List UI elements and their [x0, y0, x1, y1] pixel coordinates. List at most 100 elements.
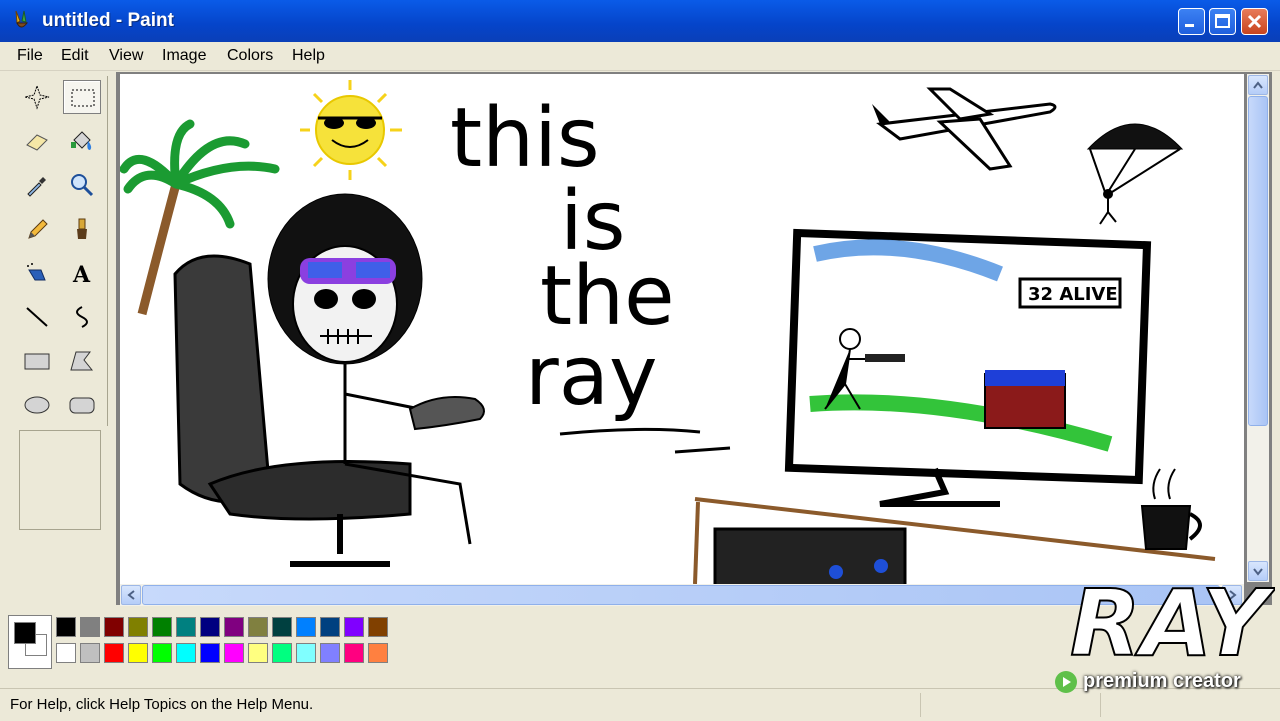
palette-swatch[interactable]: [368, 617, 388, 637]
palette-swatch[interactable]: [200, 617, 220, 637]
status-help-text: For Help, click Help Topics on the Help …: [10, 696, 314, 713]
tool-ellipse[interactable]: [18, 388, 56, 422]
line-icon: [26, 307, 48, 327]
maximize-button[interactable]: [1209, 8, 1236, 35]
palette-swatch[interactable]: [344, 617, 364, 637]
menu-view[interactable]: View: [109, 47, 143, 65]
play-icon: [1055, 671, 1077, 693]
palette-swatch[interactable]: [104, 643, 124, 663]
logo-text: RAY: [1070, 570, 1275, 677]
foreground-color-swatch[interactable]: [14, 622, 36, 644]
minimize-button[interactable]: [1178, 8, 1205, 35]
palette-swatch[interactable]: [296, 617, 316, 637]
drawing-canvas[interactable]: this is the ray 32 ALIVE: [120, 74, 1244, 584]
palette-swatch[interactable]: [176, 617, 196, 637]
handwriting-line-1: this: [450, 91, 600, 186]
vertical-scroll-thumb[interactable]: [1248, 96, 1268, 426]
eyedropper-icon: [27, 177, 46, 197]
menu-help[interactable]: Help: [292, 47, 325, 65]
logo-tagline: premium creator: [1083, 670, 1241, 692]
palette-swatch[interactable]: [104, 617, 124, 637]
tool-brush[interactable]: [63, 212, 101, 246]
palette-swatch[interactable]: [344, 643, 364, 663]
drawing: this is the ray 32 ALIVE: [120, 80, 1216, 584]
color-palette: [8, 615, 428, 669]
maximize-icon: [1215, 14, 1230, 28]
palette-swatch[interactable]: [152, 643, 172, 663]
alive-counter: 32 ALIVE: [1028, 284, 1118, 305]
palette-swatch[interactable]: [320, 617, 340, 637]
monitor-drawing: 32 ALIVE: [784, 228, 1152, 507]
tool-fill[interactable]: [63, 124, 101, 158]
current-colors[interactable]: [8, 615, 52, 669]
tool-rectangle[interactable]: [18, 344, 56, 378]
text-icon: A: [72, 262, 91, 286]
tool-polygon[interactable]: [63, 344, 101, 378]
ellipse-icon: [24, 396, 50, 414]
text-tool-glyph: A: [72, 262, 91, 286]
close-button[interactable]: [1241, 8, 1268, 35]
palette-swatch[interactable]: [152, 617, 172, 637]
palette-swatch[interactable]: [248, 643, 268, 663]
curve-icon: [76, 306, 88, 328]
arrow-left-icon: [127, 590, 135, 600]
rect-select-icon: [71, 89, 95, 107]
window-title: untitled - Paint: [42, 10, 174, 31]
palette-swatch[interactable]: [56, 617, 76, 637]
palette-swatch[interactable]: [368, 643, 388, 663]
menu-file[interactable]: File: [17, 47, 43, 65]
coffee-mug-drawing: [1140, 468, 1202, 550]
tool-options-panel[interactable]: [19, 430, 101, 530]
palette-swatch[interactable]: [128, 643, 148, 663]
palette-swatch[interactable]: [272, 643, 292, 663]
airplane-drawing: [872, 87, 1057, 171]
menu-edit[interactable]: Edit: [61, 47, 89, 65]
vertical-scrollbar[interactable]: [1247, 74, 1269, 582]
tool-line[interactable]: [18, 300, 56, 334]
tool-magnifier[interactable]: [63, 168, 101, 202]
magnifier-icon: [71, 174, 94, 197]
palette-swatch[interactable]: [272, 617, 292, 637]
handwriting: this is the ray: [450, 91, 731, 454]
tool-airbrush[interactable]: [18, 256, 56, 290]
tool-text[interactable]: A: [63, 256, 101, 290]
rectangle-icon: [24, 353, 50, 370]
menu-image[interactable]: Image: [162, 47, 206, 65]
tool-pencil[interactable]: [18, 212, 56, 246]
tool-rounded-rectangle[interactable]: [63, 388, 101, 422]
palette-swatch[interactable]: [176, 643, 196, 663]
palette-swatch[interactable]: [224, 617, 244, 637]
menu-colors[interactable]: Colors: [227, 47, 273, 65]
palette-swatch[interactable]: [56, 643, 76, 663]
scroll-left-button[interactable]: [121, 585, 141, 605]
tool-eraser[interactable]: [18, 124, 56, 158]
star-select-icon: [24, 84, 50, 110]
palette-swatch[interactable]: [320, 643, 340, 663]
gamer-character-drawing: [173, 193, 485, 567]
polygon-icon: [70, 351, 94, 371]
paint-brush-icon: [15, 10, 29, 28]
palette-swatch[interactable]: [128, 617, 148, 637]
palette-swatch[interactable]: [296, 643, 316, 663]
scroll-up-button[interactable]: [1248, 75, 1268, 95]
menu-bar: File Edit View Image Colors Help: [0, 42, 1280, 71]
tool-select[interactable]: [63, 80, 101, 114]
tool-pick-color[interactable]: [18, 168, 56, 202]
handwriting-line-4: ray: [525, 329, 658, 424]
sun-drawing: [300, 80, 402, 180]
palette-swatch[interactable]: [248, 617, 268, 637]
title-bar: untitled - Paint: [0, 0, 1280, 42]
toolbox: A: [11, 76, 108, 426]
paint-bucket-icon: [71, 131, 92, 150]
tool-free-form-select[interactable]: [18, 80, 56, 114]
palette-swatch[interactable]: [200, 643, 220, 663]
palette-swatch[interactable]: [224, 643, 244, 663]
tool-curve[interactable]: [63, 300, 101, 334]
palette-swatch[interactable]: [80, 643, 100, 663]
palette-swatch[interactable]: [80, 617, 100, 637]
close-icon: [1247, 14, 1262, 29]
parachute-drawing: [1086, 123, 1184, 225]
pencil-icon: [28, 219, 48, 239]
airbrush-icon: [27, 263, 46, 281]
arrow-up-icon: [1253, 81, 1263, 89]
